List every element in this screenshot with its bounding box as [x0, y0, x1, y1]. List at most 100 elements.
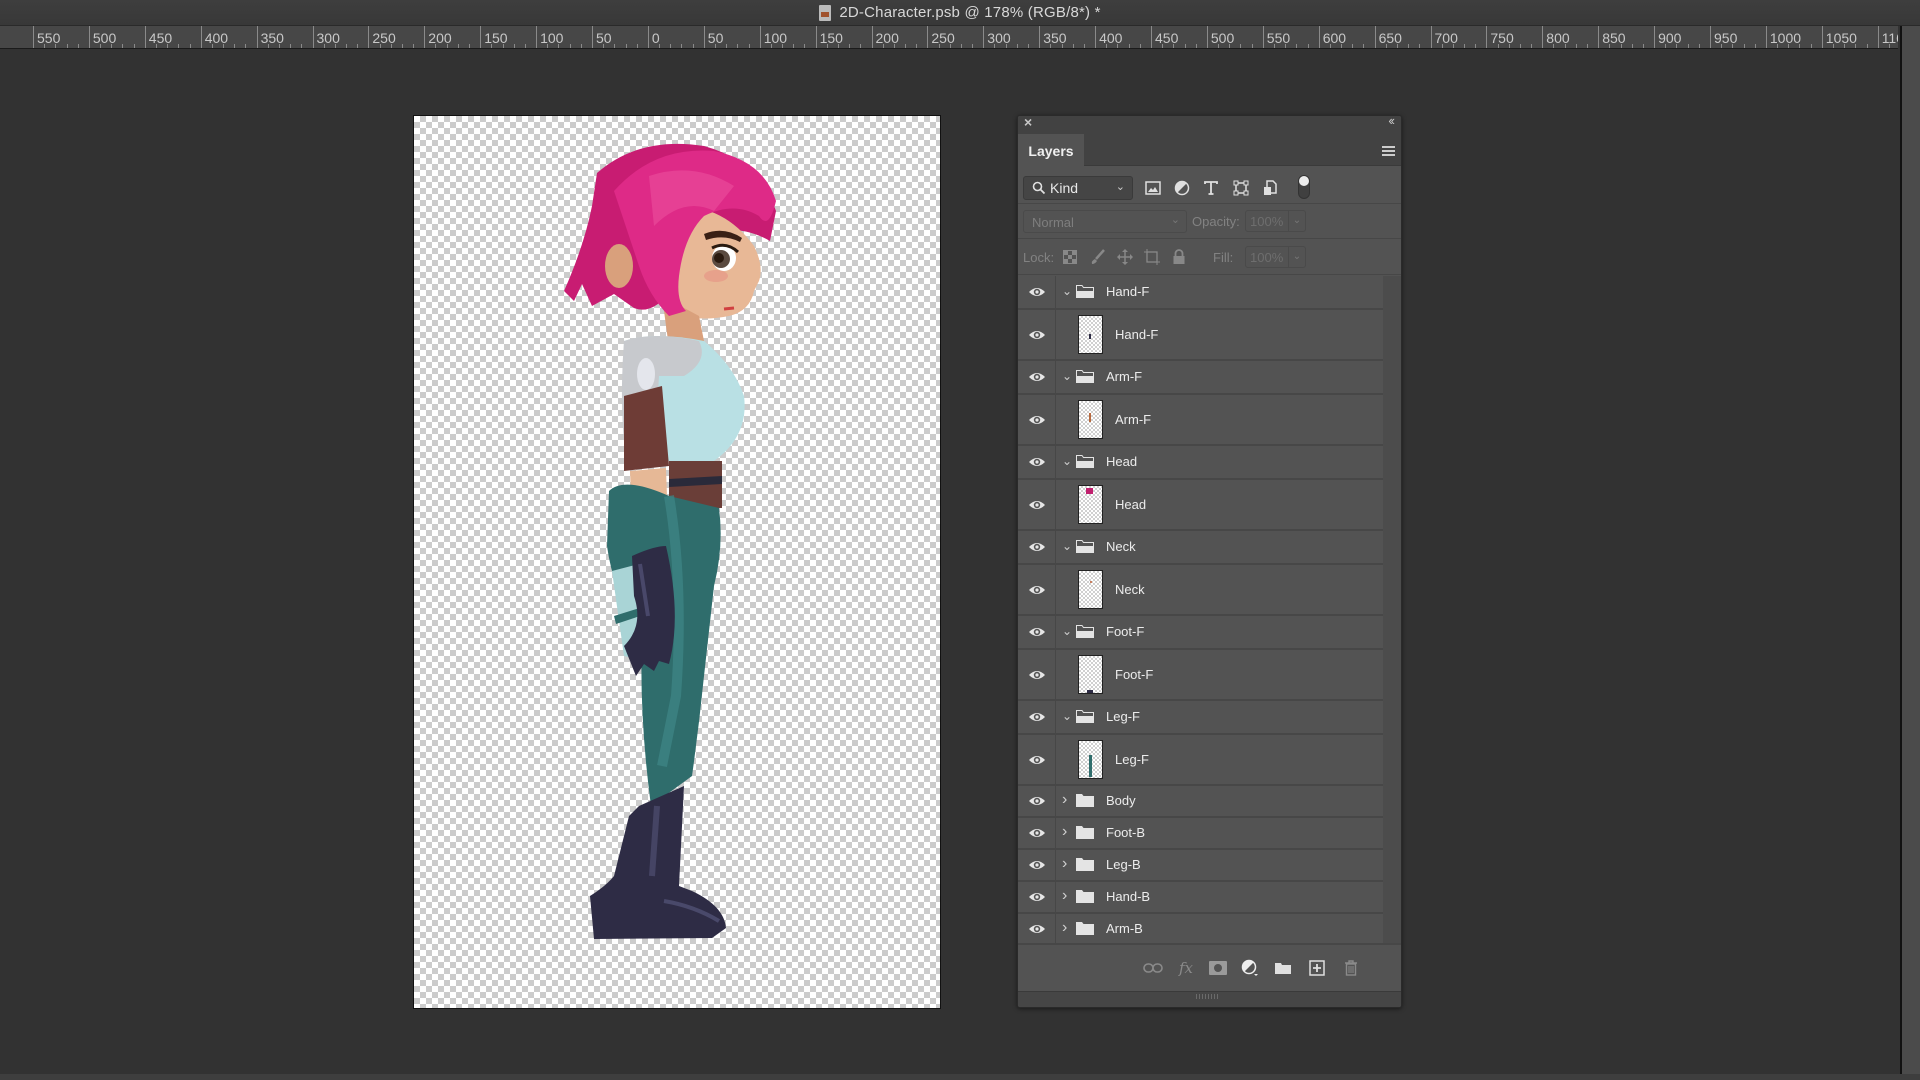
- layers-list[interactable]: ⌄ Hand-F Hand-F ⌄ Arm-F Arm-F ⌄ Head Head ⌄ Neck Ne…: [1018, 276, 1383, 946]
- adjustment-filter-icon[interactable]: [1173, 179, 1191, 197]
- chevron-down-icon[interactable]: ⌄: [1062, 539, 1072, 553]
- canvas-workspace[interactable]: [0, 50, 1898, 1075]
- visibility-eye-icon[interactable]: [1018, 395, 1056, 444]
- chevron-down-icon[interactable]: ⌄: [1062, 709, 1072, 723]
- visibility-eye-icon[interactable]: [1018, 818, 1056, 848]
- visibility-eye-icon[interactable]: [1018, 531, 1056, 563]
- visibility-eye-icon[interactable]: [1018, 701, 1056, 733]
- ruler-minor-tick: [1609, 44, 1611, 48]
- layer-group-row[interactable]: ⌄ Hand-F: [1018, 276, 1383, 310]
- panel-menu-icon[interactable]: [1382, 146, 1395, 156]
- ruler-minor-tick: [1620, 44, 1622, 48]
- visibility-eye-icon[interactable]: [1018, 276, 1056, 308]
- new-layer-icon[interactable]: [1307, 959, 1327, 977]
- ruler-minor-tick: [1329, 44, 1331, 48]
- lock-transparent-pixels-icon[interactable]: [1061, 248, 1079, 266]
- tab-layers[interactable]: Layers: [1018, 134, 1084, 167]
- horizontal-scrollbar[interactable]: [0, 1074, 1920, 1080]
- link-layers-icon[interactable]: [1143, 959, 1163, 977]
- ruler-tick: 200: [424, 26, 452, 48]
- chevron-right-icon[interactable]: ›: [1062, 791, 1067, 809]
- thumbnail-content: [1089, 755, 1092, 777]
- layer-row[interactable]: Hand-F: [1018, 310, 1383, 361]
- horizontal-ruler[interactable]: 550 500 450 400 350 300 250 200 150 100 50 0 50 100 15…: [0, 26, 1898, 49]
- lock-all-icon[interactable]: [1170, 248, 1188, 266]
- ruler-tick: 150: [480, 26, 508, 48]
- chevron-down-icon[interactable]: ⌄: [1062, 284, 1072, 298]
- visibility-eye-icon[interactable]: [1018, 914, 1056, 944]
- type-filter-icon[interactable]: [1202, 179, 1220, 197]
- chevron-right-icon[interactable]: ›: [1062, 887, 1067, 905]
- new-group-icon[interactable]: [1273, 959, 1293, 977]
- visibility-eye-icon[interactable]: [1018, 616, 1056, 648]
- chevron-down-icon[interactable]: ⌄: [1062, 454, 1072, 468]
- layer-row[interactable]: Arm-F: [1018, 395, 1383, 446]
- chevron-right-icon[interactable]: ›: [1062, 919, 1067, 937]
- add-mask-icon[interactable]: [1208, 959, 1228, 977]
- vertical-scrollbar[interactable]: [1900, 26, 1920, 1080]
- visibility-eye-icon[interactable]: [1018, 882, 1056, 912]
- smart-object-filter-icon[interactable]: [1261, 179, 1279, 197]
- ruler-tick-label: 850: [1602, 30, 1626, 46]
- layer-row[interactable]: Head: [1018, 480, 1383, 531]
- layers-scrollbar[interactable]: [1383, 276, 1401, 943]
- ruler-minor-tick: [1777, 44, 1779, 48]
- layer-group-row[interactable]: ⌄ Arm-F: [1018, 361, 1383, 395]
- layer-group-row[interactable]: ⌄ Leg-F: [1018, 701, 1383, 735]
- opacity-dropdown-button[interactable]: ⌄: [1288, 210, 1306, 232]
- layer-group-row[interactable]: › Arm-B: [1018, 914, 1383, 946]
- ruler-minor-tick: [379, 44, 381, 48]
- ruler-minor-tick: [558, 44, 560, 48]
- layer-row[interactable]: Neck: [1018, 565, 1383, 616]
- layer-group-row[interactable]: › Leg-B: [1018, 850, 1383, 882]
- visibility-eye-icon[interactable]: [1018, 850, 1056, 880]
- fx-icon[interactable]: fx: [1176, 959, 1196, 977]
- visibility-eye-icon[interactable]: [1018, 446, 1056, 478]
- close-panel-button[interactable]: ×: [1024, 116, 1032, 130]
- fill-dropdown-button[interactable]: ⌄: [1288, 246, 1306, 268]
- lock-position-icon[interactable]: [1116, 248, 1134, 266]
- delete-layer-icon[interactable]: [1341, 959, 1361, 977]
- fill-input[interactable]: 100%: [1245, 246, 1289, 268]
- visibility-eye-icon[interactable]: [1018, 480, 1056, 529]
- filter-kind-select[interactable]: Kind ⌄: [1023, 176, 1133, 200]
- ruler-minor-tick: [155, 44, 157, 48]
- adjustment-layer-icon[interactable]: [1240, 959, 1260, 977]
- blend-mode-select[interactable]: Normal ⌄: [1023, 210, 1187, 233]
- filter-toggle-switch[interactable]: [1298, 175, 1310, 199]
- opacity-input[interactable]: 100%: [1245, 210, 1289, 232]
- visibility-eye-icon[interactable]: [1018, 565, 1056, 614]
- layer-name: Hand-F: [1106, 284, 1150, 299]
- visibility-eye-icon[interactable]: [1018, 735, 1056, 784]
- image-filter-icon[interactable]: [1144, 179, 1162, 197]
- layer-group-row[interactable]: ⌄ Head: [1018, 446, 1383, 480]
- layer-group-row[interactable]: › Body: [1018, 786, 1383, 818]
- ruler-tick: 450: [1151, 26, 1178, 48]
- layer-group-row[interactable]: ⌄ Foot-F: [1018, 616, 1383, 650]
- layer-group-row[interactable]: ⌄ Neck: [1018, 531, 1383, 565]
- lock-label: Lock:: [1023, 250, 1055, 265]
- layer-group-row[interactable]: › Foot-B: [1018, 818, 1383, 850]
- visibility-eye-icon[interactable]: [1018, 650, 1056, 699]
- chevron-down-icon[interactable]: ⌄: [1062, 624, 1072, 638]
- visibility-eye-icon[interactable]: [1018, 786, 1056, 816]
- document-canvas[interactable]: [413, 115, 941, 1009]
- chevron-right-icon[interactable]: ›: [1062, 855, 1067, 873]
- chevron-down-icon[interactable]: ⌄: [1062, 369, 1072, 383]
- layer-row[interactable]: Foot-F: [1018, 650, 1383, 701]
- ruler-minor-tick: [1106, 44, 1108, 48]
- lock-artboard-icon[interactable]: [1143, 248, 1161, 266]
- ruler-tick-label: 1050: [1825, 30, 1857, 46]
- collapse-panel-button[interactable]: ‹‹: [1388, 116, 1395, 128]
- shape-filter-icon[interactable]: [1232, 179, 1250, 197]
- visibility-eye-icon[interactable]: [1018, 361, 1056, 393]
- visibility-eye-icon[interactable]: [1018, 310, 1056, 359]
- panel-resize-grip[interactable]: [1018, 991, 1401, 1007]
- lock-image-pixels-icon[interactable]: [1089, 248, 1107, 266]
- layer-thumbnail: [1078, 400, 1103, 439]
- ruler-minor-tick: [1128, 44, 1130, 48]
- chevron-right-icon[interactable]: ›: [1062, 823, 1067, 841]
- layer-row[interactable]: Leg-F: [1018, 735, 1383, 786]
- layer-group-row[interactable]: › Hand-B: [1018, 882, 1383, 914]
- ruler-minor-tick: [1162, 44, 1164, 48]
